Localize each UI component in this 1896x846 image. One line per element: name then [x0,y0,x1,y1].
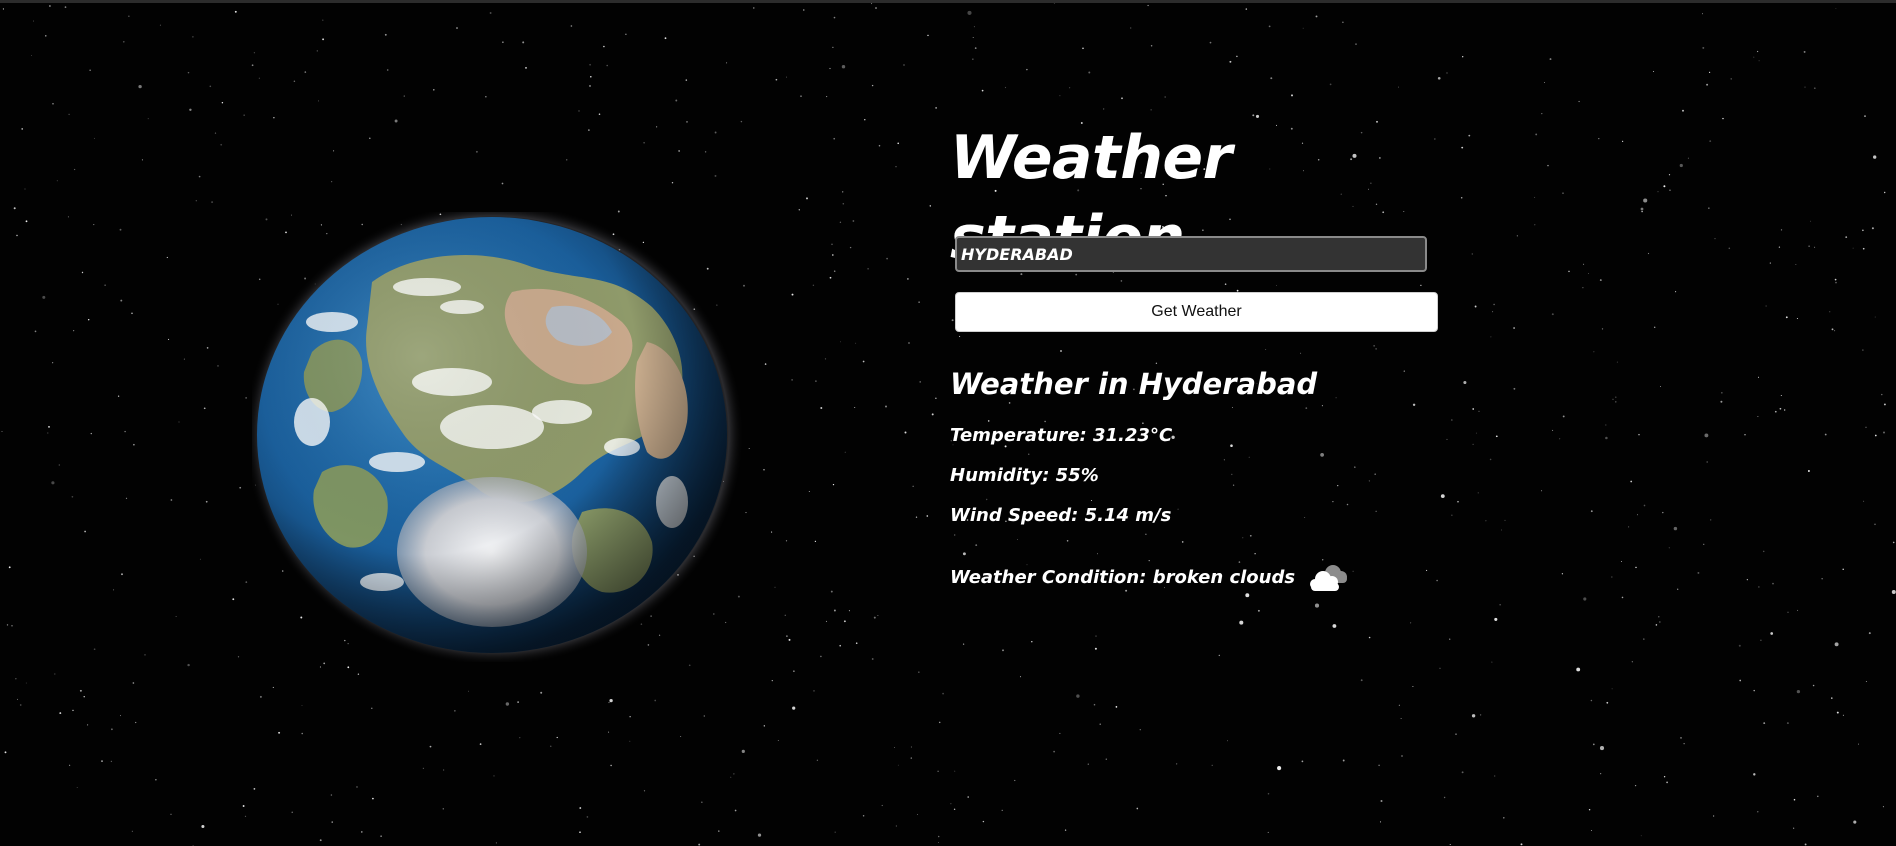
weather-condition-text: Weather Condition: broken clouds [950,567,1296,588]
weather-page: Weather station Get Weather Weather in H… [0,0,1896,846]
humidity-text: Humidity: 55% [950,465,1099,486]
temperature-text: Temperature: 31.23°C [950,425,1173,446]
weather-condition-row: Weather Condition: broken clouds [950,558,1351,598]
earth-globe [244,202,744,666]
weather-panel: Weather station Get Weather Weather in H… [950,118,1450,591]
wind-speed-text: Wind Speed: 5.14 m/s [950,505,1172,526]
city-input[interactable] [955,236,1427,272]
get-weather-button[interactable]: Get Weather [955,292,1438,332]
broken-clouds-icon [1305,561,1351,595]
weather-heading: Weather in Hyderabad [950,367,1318,401]
